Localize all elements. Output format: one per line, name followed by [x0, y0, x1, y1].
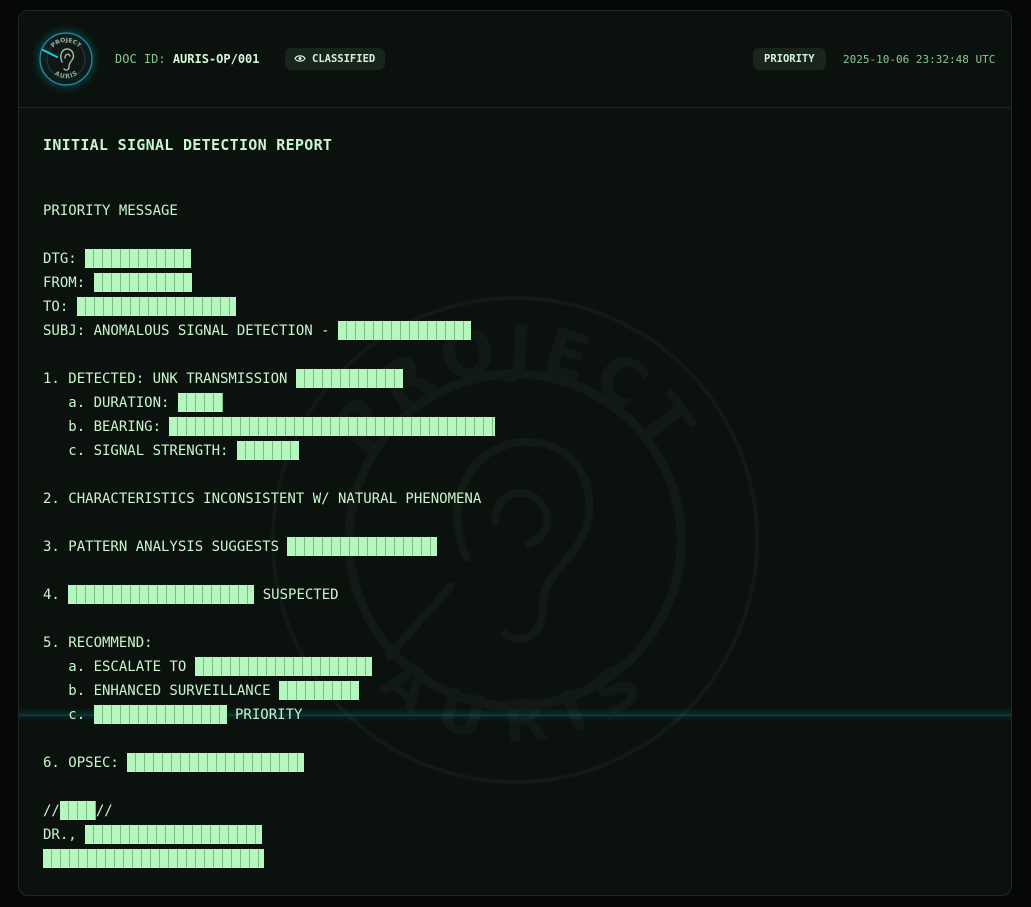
item-5b-text: b. ENHANCED SURVEILLANCE — [43, 683, 280, 699]
item-1c: c. SIGNAL STRENGTH: — [43, 439, 983, 463]
dtg-label: DTG: — [43, 251, 86, 267]
redaction-block — [76, 296, 236, 316]
classified-label: CLASSIFIED — [312, 53, 376, 65]
to-line: TO: — [43, 295, 983, 319]
item-4-suffix: SUSPECTED — [254, 587, 339, 603]
item-5a: a. ESCALATE TO — [43, 655, 983, 679]
to-label: TO: — [43, 299, 77, 315]
item-6: 6. OPSEC: — [43, 751, 983, 775]
redaction-block — [68, 584, 255, 604]
redaction-block — [338, 320, 472, 340]
doc-id-value: AURIS-OP/001 — [172, 52, 260, 66]
item-5: 5. RECOMMEND: — [43, 635, 153, 651]
redaction-block — [85, 248, 192, 268]
redaction-block — [85, 824, 263, 844]
priority-label: PRIORITY — [764, 53, 815, 65]
item-5b: b. ENHANCED SURVEILLANCE — [43, 679, 983, 703]
sig-dr: DR., — [43, 827, 86, 843]
from-label: FROM: — [43, 275, 94, 291]
signature-title — [43, 847, 983, 871]
item-3: 3. PATTERN ANALYSIS SUGGESTS — [43, 535, 983, 559]
redaction-block — [279, 680, 360, 700]
sig-close: // — [95, 803, 113, 819]
item-5c-prefix: c. — [43, 707, 94, 723]
item-2: 2. CHARACTERISTICS INCONSISTENT W/ NATUR… — [43, 491, 482, 507]
item-1a-text: a. DURATION: — [43, 395, 178, 411]
sig-open: // — [43, 803, 60, 819]
redaction-block — [287, 536, 438, 556]
timestamp: 2025-10-06 23:32:48 UTC — [843, 53, 996, 66]
redaction-block — [127, 752, 305, 772]
item-4: 4. SUSPECTED — [43, 583, 983, 607]
classified-badge: CLASSIFIED — [285, 48, 386, 70]
subj-line: SUBJ: ANOMALOUS SIGNAL DETECTION - — [43, 319, 983, 343]
report-title: INITIAL SIGNAL DETECTION REPORT — [43, 136, 333, 154]
item-1b: b. BEARING: — [43, 415, 983, 439]
item-5a-text: a. ESCALATE TO — [43, 659, 195, 675]
redaction-block — [295, 368, 403, 388]
report-body: INITIAL SIGNAL DETECTION REPORT PRIORITY… — [43, 133, 983, 871]
redaction-block — [169, 416, 496, 436]
signature-name: DR., — [43, 823, 983, 847]
item-6-text: 6. OPSEC: — [43, 755, 128, 771]
redaction-block — [93, 272, 192, 292]
item-1: 1. DETECTED: UNK TRANSMISSION — [43, 367, 983, 391]
redaction-block — [93, 704, 227, 724]
item-1a: a. DURATION: — [43, 391, 983, 415]
item-4-prefix: 4. — [43, 587, 69, 603]
item-1-text: 1. DETECTED: UNK TRANSMISSION — [43, 371, 296, 387]
doc-id: DOC ID: AURIS-OP/001 — [115, 52, 260, 66]
eye-icon — [294, 54, 306, 62]
dtg-line: DTG: — [43, 247, 983, 271]
document-panel: PROJECT AURIS PROJECT AURIS — [18, 10, 1012, 896]
redaction-block — [194, 656, 372, 676]
from-line: FROM: — [43, 271, 983, 295]
redaction-block — [177, 392, 223, 412]
redaction-block — [43, 848, 264, 868]
priority-badge: PRIORITY — [753, 48, 826, 70]
item-1c-text: c. SIGNAL STRENGTH: — [43, 443, 237, 459]
message-type: PRIORITY MESSAGE — [43, 203, 178, 219]
project-auris-logo: PROJECT AURIS — [39, 32, 93, 86]
document-header: PROJECT AURIS DOC ID: AURIS-OP/001 CLASS… — [19, 11, 1011, 108]
doc-id-label: DOC ID: — [115, 52, 166, 66]
item-5c: c. PRIORITY — [43, 703, 983, 727]
item-1b-text: b. BEARING: — [43, 419, 170, 435]
item-5c-suffix: PRIORITY — [226, 707, 303, 723]
item-3-text: 3. PATTERN ANALYSIS SUGGESTS — [43, 539, 288, 555]
signature-marker: // // — [43, 799, 983, 823]
redaction-block — [59, 800, 96, 820]
subj-label: SUBJ: ANOMALOUS SIGNAL DETECTION - — [43, 323, 339, 339]
redaction-block — [236, 440, 299, 460]
